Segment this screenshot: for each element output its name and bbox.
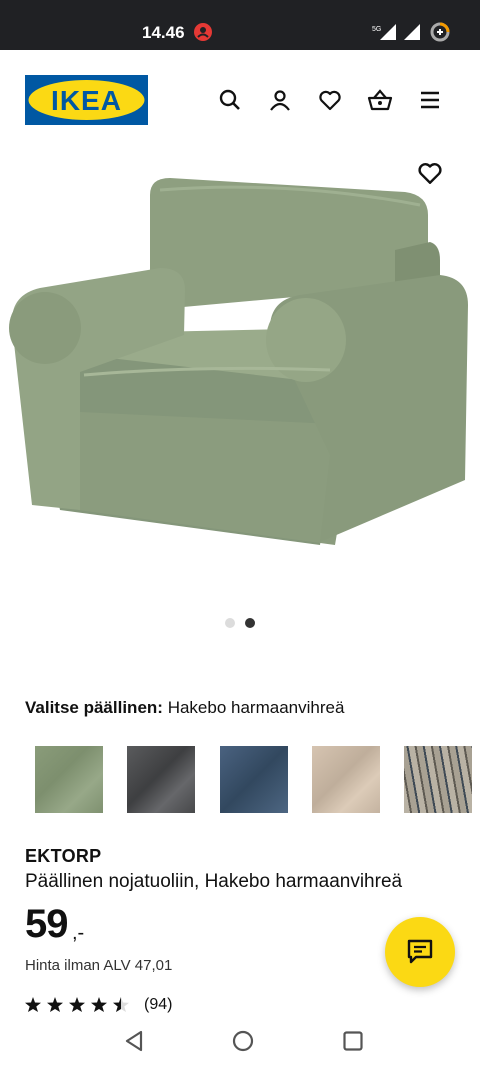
chat-button[interactable] <box>385 917 455 987</box>
cover-swatch-list <box>0 735 480 825</box>
battery-saver-icon <box>429 21 451 48</box>
cover-selection-label: Valitse päällinen: Hakebo harmaanvihreä <box>25 698 344 718</box>
star-3 <box>69 997 85 1012</box>
menu-icon[interactable] <box>418 88 442 112</box>
product-name: EKTORP <box>25 846 102 866</box>
swatch-dark-grey[interactable] <box>127 746 195 813</box>
swatch-beige[interactable] <box>312 746 380 813</box>
chat-icon <box>407 939 433 964</box>
star-5-half <box>113 997 129 1012</box>
site-header: IKEA <box>0 50 480 150</box>
star-2 <box>47 997 63 1012</box>
home-icon[interactable] <box>231 1029 255 1053</box>
signal-5g-icon: 5G <box>372 22 400 47</box>
product-image[interactable] <box>0 150 480 600</box>
user-icon[interactable] <box>268 88 292 112</box>
add-to-wishlist-icon[interactable] <box>417 160 443 186</box>
recording-icon <box>193 22 213 47</box>
star-4 <box>91 997 107 1012</box>
product-description: Päällinen nojatuoliin, Hakebo harmaanvih… <box>25 871 403 892</box>
signal-icon <box>402 23 422 46</box>
rating-count[interactable]: (94) <box>144 996 172 1014</box>
swatch-dark-blue[interactable] <box>220 746 288 813</box>
product-price-suffix: ,- <box>72 922 85 944</box>
armchair-illustration <box>9 178 468 545</box>
network-type-label: 5G <box>372 26 381 33</box>
heart-icon[interactable] <box>318 88 342 112</box>
cover-label-title: Valitse päällinen: <box>25 698 163 717</box>
ikea-logo[interactable]: IKEA <box>25 75 148 125</box>
status-bar: 14.46 5G <box>0 0 480 50</box>
recent-apps-icon[interactable] <box>341 1029 365 1053</box>
cover-selected-value: Hakebo harmaanvihreä <box>167 698 345 717</box>
carousel-indicator <box>0 618 480 630</box>
status-time: 14.46 <box>142 23 185 42</box>
system-navigation-bar <box>0 1015 480 1067</box>
swatch-hakebo-green[interactable] <box>35 746 103 813</box>
product-price: 59 <box>25 902 68 946</box>
rating-stars[interactable] <box>25 994 135 1014</box>
price-excl-vat: Hinta ilman ALV 47,01 <box>25 957 173 974</box>
logo-text: IKEA <box>51 85 122 116</box>
carousel-dot-2[interactable] <box>245 618 255 628</box>
star-1 <box>25 997 41 1012</box>
basket-icon[interactable] <box>367 88 393 112</box>
back-icon[interactable] <box>122 1029 146 1053</box>
carousel-dot-1[interactable] <box>225 618 235 628</box>
search-icon[interactable] <box>218 88 242 112</box>
swatch-striped[interactable] <box>404 746 472 813</box>
